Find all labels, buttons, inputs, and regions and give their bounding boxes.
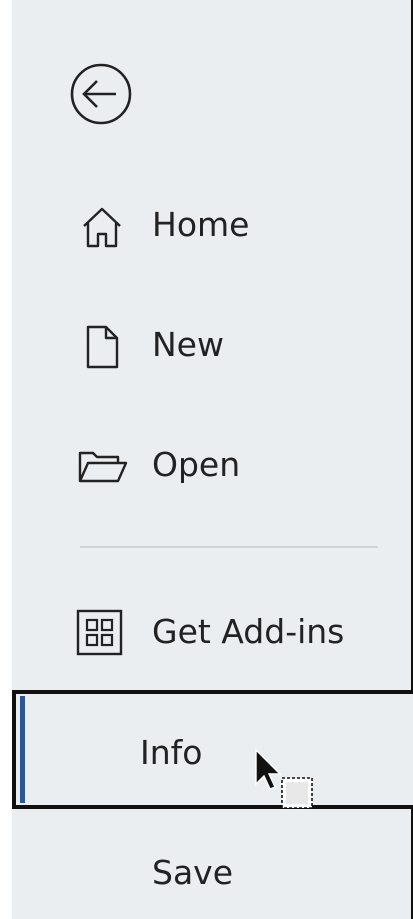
nav-item-save-label: Save (152, 853, 234, 892)
nav-item-new-label: New (152, 325, 224, 364)
nav-item-open-label: Open (152, 445, 241, 484)
nav-item-info[interactable]: Info (12, 690, 413, 809)
nav-divider (80, 546, 378, 548)
selected-indicator (20, 696, 25, 803)
open-folder-icon (74, 445, 130, 489)
add-ins-grid-icon (74, 609, 130, 656)
nav-item-save[interactable]: Save (12, 838, 413, 908)
nav-item-home-label: Home (152, 205, 250, 244)
nav-item-get-add-ins-label: Get Add-ins (152, 612, 345, 651)
back-arrow-circle-icon (70, 63, 132, 125)
new-document-icon (74, 325, 130, 369)
home-icon (74, 205, 130, 249)
back-button[interactable] (70, 63, 132, 125)
nav-item-open[interactable]: Open (12, 430, 413, 500)
nav-item-home[interactable]: Home (12, 190, 413, 260)
nav-item-info-label: Info (140, 733, 203, 772)
nav-item-get-add-ins[interactable]: Get Add-ins (12, 597, 413, 667)
nav-item-new[interactable]: New (12, 310, 413, 380)
